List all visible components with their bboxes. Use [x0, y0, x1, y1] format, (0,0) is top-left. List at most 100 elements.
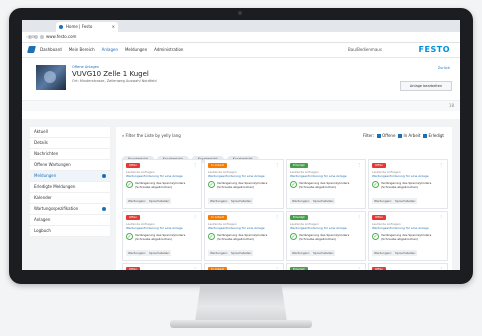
- sidebar-item-1[interactable]: Details: [30, 138, 110, 149]
- page-title: VUVG10 Zelle 1 Kugel: [72, 70, 149, 78]
- more-icon[interactable]: ⋮: [275, 162, 279, 167]
- message-card[interactable]: Offen ⋮ Laufende Anfragen Wartungsanforderu…: [122, 159, 202, 209]
- card-button-primary[interactable]: Wartungsnr.: [290, 198, 313, 204]
- card-button-primary[interactable]: Wartungsnr.: [208, 198, 231, 204]
- sidebar-item-9[interactable]: Logbuch: [30, 226, 110, 237]
- mode-label[interactable]: Bau/Bedienmaus: [348, 43, 382, 57]
- card-button-secondary[interactable]: Sprechstellen: [393, 250, 418, 256]
- sidebar-item-label: Erledigte Meldungen: [34, 184, 76, 189]
- card-description: Verlängerung des Spannzylinders (Schraub…: [135, 233, 186, 241]
- card-button-secondary[interactable]: Sprechstellen: [229, 198, 254, 204]
- menu-item-3[interactable]: Meldungen: [125, 47, 147, 52]
- card-description: Verlängerung des Spannzylinders (Schraub…: [217, 233, 268, 241]
- product-mockup: Home | Festo × ‹ › ⟳ www.festo.com Dashb…: [0, 0, 482, 336]
- sidebar-item-6[interactable]: Kalender: [30, 193, 110, 204]
- app-logo-icon[interactable]: [27, 46, 36, 53]
- card-link[interactable]: Wartungsanforderung für eine Anlage: [208, 174, 265, 178]
- message-card[interactable]: In Arbeit ⋮: [204, 263, 284, 270]
- menu-item-0[interactable]: Dashboard: [40, 47, 62, 52]
- sidebar-item-4[interactable]: Meldungen: [30, 171, 110, 182]
- more-icon[interactable]: ⋮: [357, 214, 361, 219]
- address-bar[interactable]: ‹ › ⟳ www.festo.com: [22, 32, 460, 43]
- sidebar-item-2[interactable]: Nachrichten: [30, 149, 110, 160]
- more-icon[interactable]: ⋮: [439, 266, 443, 270]
- message-card[interactable]: Erledigt ⋮: [286, 263, 366, 270]
- status-badge: Offen: [126, 267, 141, 270]
- message-card[interactable]: Offen ⋮ Laufende Anfragen Wartungsanforderu…: [368, 159, 448, 209]
- message-card[interactable]: Offen ⋮ Laufende Anfragen Wartungsanforderu…: [122, 211, 202, 261]
- card-button-secondary[interactable]: Sprechstellen: [311, 250, 336, 256]
- message-card[interactable]: Offen ⋮: [368, 263, 448, 270]
- card-link[interactable]: Wartungsanforderung für eine Anlage: [126, 174, 183, 178]
- card-button-primary[interactable]: Wartungsnr.: [208, 250, 231, 256]
- message-card[interactable]: Erledigt ⋮ Laufende Anfragen Wartungsanford…: [286, 159, 366, 209]
- card-button-primary[interactable]: Wartungsnr.: [126, 198, 149, 204]
- card-button-secondary[interactable]: Sprechstellen: [147, 198, 172, 204]
- more-icon[interactable]: ⋮: [357, 266, 361, 270]
- sidebar-item-3[interactable]: Offene Wartungen: [30, 160, 110, 171]
- message-card[interactable]: In Arbeit ⋮ Laufende Anfragen Wartungsanfor…: [204, 159, 284, 209]
- message-card[interactable]: Erledigt ⋮ Laufende Anfragen Wartungsanford…: [286, 211, 366, 261]
- search-input[interactable]: ⌕ Filter the Liste by yelly lang: [122, 133, 181, 138]
- filter-checkbox-2[interactable]: [423, 134, 428, 138]
- sidebar-item-8[interactable]: Anlagen: [30, 215, 110, 226]
- card-button-primary[interactable]: Wartungsnr.: [290, 250, 313, 256]
- more-icon[interactable]: ⋮: [439, 162, 443, 167]
- sidebar-item-5[interactable]: Erledigte Meldungen: [30, 182, 110, 193]
- card-button-primary[interactable]: Wartungsnr.: [372, 198, 395, 204]
- sidebar-item-label: Aktuell: [34, 129, 48, 134]
- sidebar-item-0[interactable]: Aktuell: [30, 127, 110, 138]
- card-button-primary[interactable]: Wartungsnr.: [372, 250, 395, 256]
- card-button-secondary[interactable]: Sprechstellen: [393, 198, 418, 204]
- filter-checkbox-0[interactable]: [377, 134, 382, 138]
- notification-dot-icon: [102, 174, 106, 178]
- card-link[interactable]: Wartungsanforderung für eine Anlage: [290, 226, 347, 230]
- card-link[interactable]: Wartungsanforderung für eine Anlage: [372, 226, 429, 230]
- app-header: Dashboard Mein Bereich Anlagen Meldungen Adm…: [22, 43, 460, 58]
- sidebar-item-label: Logbuch: [34, 228, 51, 233]
- more-icon[interactable]: ⋮: [357, 162, 361, 167]
- status-badge: Offen: [372, 163, 387, 168]
- status-badge: In Arbeit: [208, 215, 227, 220]
- more-icon[interactable]: ⋮: [439, 214, 443, 219]
- more-icon[interactable]: ⋮: [275, 214, 279, 219]
- menu-item-2[interactable]: Anlagen: [102, 47, 118, 52]
- card-button-secondary[interactable]: Sprechstellen: [147, 250, 172, 256]
- more-icon[interactable]: ⋮: [193, 162, 197, 167]
- sidebar-item-label: Kalender: [34, 195, 52, 200]
- url-text[interactable]: www.festo.com: [46, 32, 76, 42]
- nav-arrows-icon[interactable]: ‹ › ⟳: [26, 32, 35, 42]
- card-link[interactable]: Wartungsanforderung für eine Anlage: [290, 174, 347, 178]
- message-card[interactable]: Offen ⋮: [122, 263, 202, 270]
- filter-label-2: Erledigt: [428, 133, 444, 138]
- favicon-icon: [59, 25, 63, 29]
- webcam-dot: [238, 11, 242, 15]
- card-button-secondary[interactable]: Sprechstellen: [311, 198, 336, 204]
- menu-item-1[interactable]: Mein Bereich: [69, 47, 95, 52]
- more-icon[interactable]: ⋮: [193, 266, 197, 270]
- card-link[interactable]: Wartungsanforderung für eine Anlage: [208, 226, 265, 230]
- card-link[interactable]: Wartungsanforderung für eine Anlage: [372, 174, 429, 178]
- asset-thumbnail: [36, 65, 66, 90]
- more-icon[interactable]: ⋮: [193, 214, 197, 219]
- message-card[interactable]: In Arbeit ⋮ Laufende Anfragen Wartungsanfor…: [204, 211, 284, 261]
- edit-asset-button[interactable]: Anlage bearbeiten: [400, 81, 452, 91]
- browser-tab[interactable]: Home | Festo ×: [56, 22, 118, 32]
- close-tab-icon[interactable]: ×: [112, 22, 115, 32]
- screen: Home | Festo × ‹ › ⟳ www.festo.com Dashb…: [22, 20, 460, 270]
- back-link[interactable]: Zurück: [438, 66, 450, 70]
- sidebar-item-7[interactable]: Wartungsspezifikation: [30, 204, 110, 215]
- card-description: Verlängerung des Spannzylinders (Schraub…: [299, 233, 350, 241]
- card-link[interactable]: Wartungsanforderung für eine Anlage: [126, 226, 183, 230]
- card-button-primary[interactable]: Wartungsnr.: [126, 250, 149, 256]
- count-strip: 18: [22, 101, 460, 111]
- card-button-secondary[interactable]: Sprechstellen: [229, 250, 254, 256]
- more-icon[interactable]: ⋮: [275, 266, 279, 270]
- menu-item-4[interactable]: Administration: [154, 47, 183, 52]
- status-badge: Offen: [126, 163, 141, 168]
- message-card[interactable]: Offen ⋮ Laufende Anfragen Wartungsanforderu…: [368, 211, 448, 261]
- filter-checkbox-1[interactable]: [398, 134, 403, 138]
- messages-panel: ⌕ Filter the Liste by yelly lang Filter:…: [116, 127, 452, 270]
- breadcrumb[interactable]: Offene Anlagen: [72, 65, 99, 69]
- status-filters: Filter: Offene In Arbeit Erledigt: [363, 133, 444, 138]
